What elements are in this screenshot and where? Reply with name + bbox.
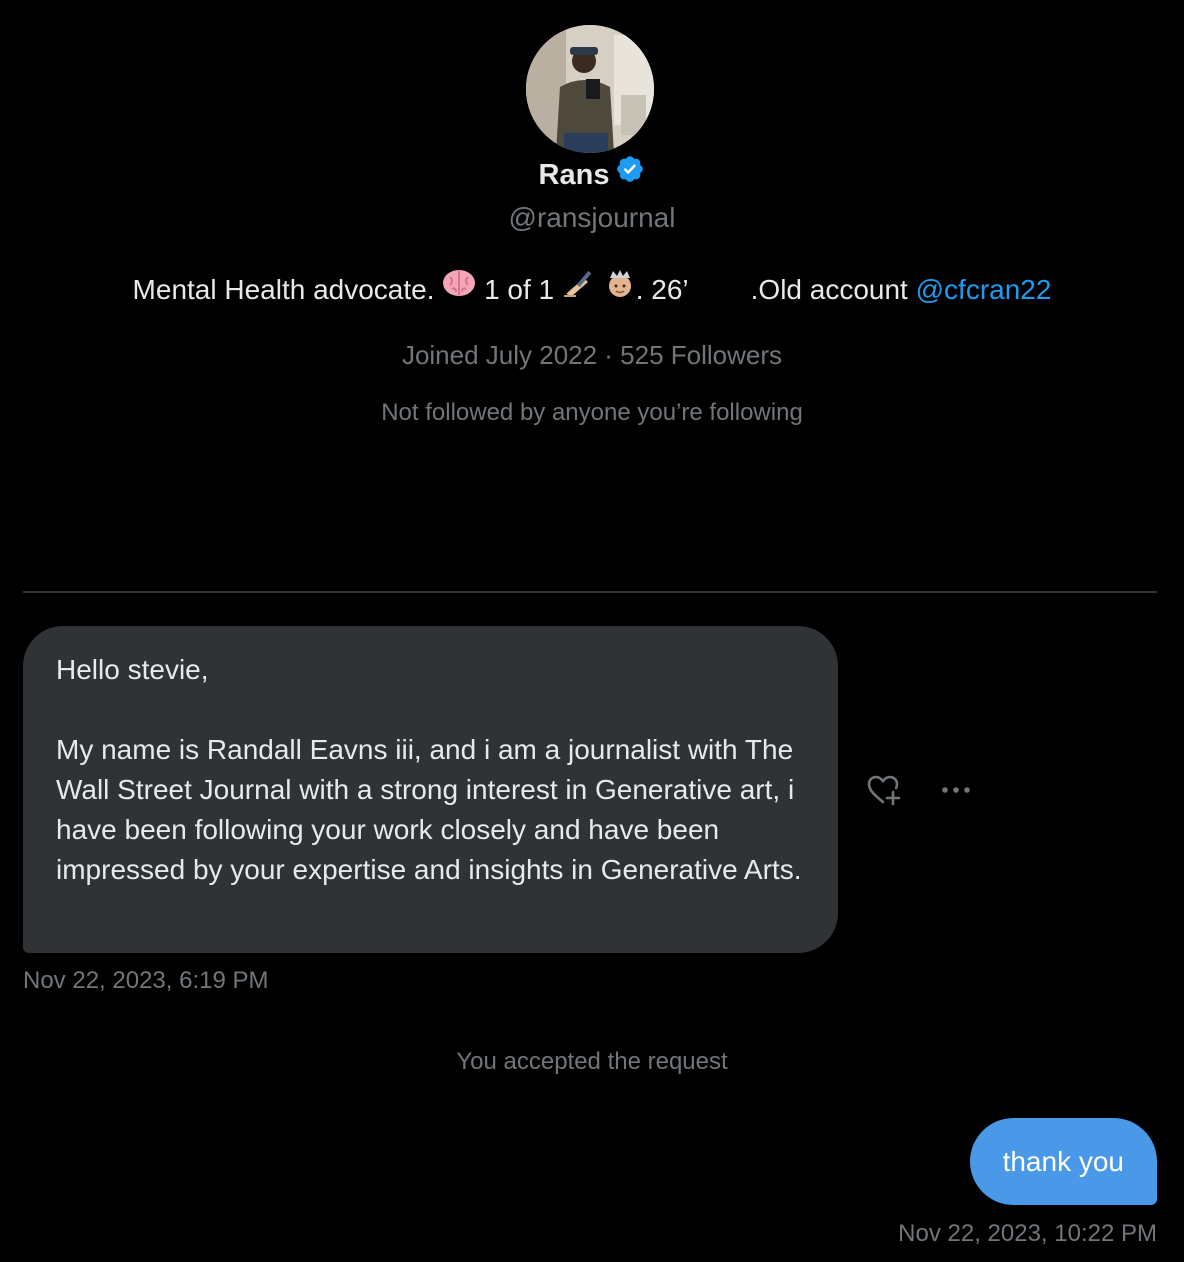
request-accepted-notice: You accepted the request <box>456 1048 728 1075</box>
message-actions <box>862 770 978 810</box>
profile-handle: @ransjournal <box>508 202 676 233</box>
avatar-photo <box>526 25 654 153</box>
brain-emoji-icon <box>442 268 476 309</box>
profile-bio: Mental Health advocate. 1 of 1 . 26’ .Old… <box>0 270 1184 310</box>
crowned-face-emoji-icon <box>604 268 636 309</box>
verified-badge-icon <box>615 154 645 195</box>
incoming-message-timestamp: Nov 22, 2023, 6:19 PM <box>23 967 269 994</box>
profile-name-row: Rans <box>0 155 1184 195</box>
bio-text-4: .Old account <box>750 274 908 305</box>
incoming-message-bubble[interactable]: Hello stevie, My name is Randall Eavns i… <box>23 626 838 953</box>
section-divider <box>23 591 1157 593</box>
bio-text-1: Mental Health advocate. <box>132 274 435 305</box>
bio-text-3: . 26’ <box>635 274 689 305</box>
outgoing-message-bubble[interactable]: thank you <box>969 1118 1157 1205</box>
writing-hand-emoji-icon <box>562 268 596 309</box>
profile-name[interactable]: Rans <box>539 159 610 191</box>
mutual-followers-note: Not followed by anyone you’re following <box>381 399 803 426</box>
more-icon[interactable] <box>934 770 978 810</box>
profile-meta: Joined July 2022 · 525 Followers <box>401 340 783 370</box>
profile-avatar[interactable] <box>526 25 654 153</box>
bio-text-2: 1 of 1 <box>484 274 555 305</box>
bio-mention-link[interactable]: @cfcran22 <box>916 274 1052 305</box>
outgoing-message-timestamp: Nov 22, 2023, 10:22 PM <box>898 1220 1157 1247</box>
heart-plus-icon[interactable] <box>862 770 906 810</box>
